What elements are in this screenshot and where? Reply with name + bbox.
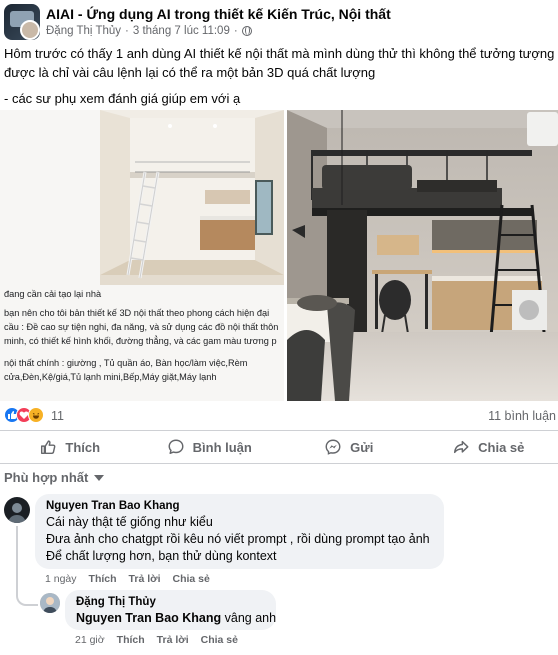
reaction-count[interactable]: 11 [51, 409, 64, 423]
share-label: Chia sẻ [478, 439, 525, 455]
comment-bubble: Nguyen Tran Bao Khang Cái này thật tế gi… [35, 494, 444, 569]
comment-text-line: Đưa ảnh cho chatgpt rồi kêu nó viết prom… [46, 532, 430, 546]
comment-share-button[interactable]: Chia sẻ [173, 573, 210, 585]
prompt-caption-line: cầu : Đề cao sự tiện nghi, đa năng, và s… [4, 322, 279, 332]
thumbs-up-icon [41, 440, 56, 455]
reply-share-button[interactable]: Chia sẻ [201, 634, 238, 646]
author-name-link[interactable]: Đặng Thị Thủy [46, 25, 121, 37]
like-label: Thích [65, 439, 101, 455]
author-avatar[interactable] [20, 20, 40, 40]
comment-icon [168, 439, 184, 455]
prompt-caption-line: cửa,Đèn,Kệ/giá,Tủ lạnh mini,Bếp,Máy giặt… [4, 372, 217, 382]
comment-count-link[interactable]: 11 bình luận [488, 409, 556, 423]
comment-sort-dropdown[interactable]: Phù hợp nhất [4, 470, 105, 485]
prompt-caption-line: bạn nên cho tôi bản thiết kế 3D nội thất… [4, 308, 270, 318]
comment-time[interactable]: 1 ngày [45, 573, 77, 585]
commenter-avatar[interactable] [4, 497, 30, 523]
reply-like-button[interactable]: Thích [117, 634, 145, 646]
reply-text-body: vâng anh [221, 611, 277, 625]
mention-link[interactable]: Nguyen Tran Bao Khang [76, 611, 221, 625]
prompt-caption-line: minh, có thiết kế hình khối, đường thẳng… [4, 336, 277, 346]
post-header: AIAI - Ứng dụng AI trong thiết kế Kiến T… [0, 0, 558, 44]
prompt-caption-title: đang cần cải tạo lại nhà [4, 289, 102, 299]
reply-bubble: Đặng Thị Thủy Nguyen Tran Bao Khang vâng… [65, 590, 276, 630]
send-label: Gửi [350, 439, 374, 455]
comment-item: Nguyen Tran Bao Khang Cái này thật tế gi… [0, 494, 558, 590]
reactions-summary: 11 11 bình luận [0, 402, 558, 428]
comment-text-line: Cái này thật tế giống như kiểu [46, 515, 213, 529]
reply-author-link[interactable]: Đặng Thị Thủy [76, 596, 265, 608]
group-name-link[interactable]: AIAI - Ứng dụng AI trong thiết kế Kiến T… [46, 6, 391, 22]
share-icon [454, 440, 469, 454]
replier-avatar[interactable] [40, 593, 60, 613]
interior-render-image [287, 110, 558, 401]
reply-reply-button[interactable]: Trả lời [157, 634, 189, 646]
send-button[interactable]: Gửi [279, 431, 419, 463]
post-meta: Đặng Thị Thủy · 3 tháng 7 lúc 11:09 · [46, 25, 252, 37]
comment-like-button[interactable]: Thích [89, 573, 117, 585]
photo-render-interior[interactable] [287, 110, 558, 401]
reply-item: Đặng Thị Thủy Nguyen Tran Bao Khang vâng… [0, 590, 558, 655]
reply-time[interactable]: 21 giờ [75, 634, 105, 646]
comment-author-link[interactable]: Nguyen Tran Bao Khang [46, 500, 433, 512]
reaction-icons[interactable] [4, 407, 44, 423]
photo-grid: đang cần cải tạo lại nhà bạn nên cho tôi… [0, 110, 558, 401]
like-button[interactable]: Thích [0, 431, 140, 463]
meta-separator: · [125, 25, 129, 37]
messenger-icon [325, 439, 341, 455]
sort-label: Phù hợp nhất [4, 470, 89, 485]
reply-text: Nguyen Tran Bao Khang vâng anh [76, 610, 276, 627]
photo-render-with-prompt[interactable]: đang cần cải tạo lại nhà bạn nên cho tôi… [0, 110, 284, 401]
comment-reply-button[interactable]: Trả lời [129, 573, 161, 585]
globe-icon [241, 26, 252, 36]
post-text-line: - các sư phụ xem đánh giá giúp em với ạ [4, 91, 241, 106]
comment-text-line: Để chất lượng hơn, bạn thử dùng kontext [46, 549, 277, 563]
caret-down-icon [94, 474, 105, 481]
post-body: Hôm trước có thấy 1 anh dùng AI thiết kế… [4, 44, 556, 115]
haha-icon [28, 407, 44, 423]
reply-meta: 21 giờ Thích Trả lời Chia sẻ [75, 634, 238, 646]
share-button[interactable]: Chia sẻ [419, 431, 558, 463]
meta-separator: · [233, 25, 238, 37]
post-time-link[interactable]: 3 tháng 7 lúc 11:09 [133, 25, 230, 37]
post-action-bar: Thích Bình luận Gửi Chia sẻ [0, 430, 558, 464]
comment-meta: 1 ngày Thích Trả lời Chia sẻ [45, 573, 210, 585]
comment-label: Bình luận [192, 439, 252, 455]
post-text-line: Hôm trước có thấy 1 anh dùng AI thiết kế… [4, 46, 555, 80]
prompt-caption-line: nội thất chính : giường , Tủ quần áo, Bà… [4, 358, 248, 368]
comment-button[interactable]: Bình luận [140, 431, 280, 463]
